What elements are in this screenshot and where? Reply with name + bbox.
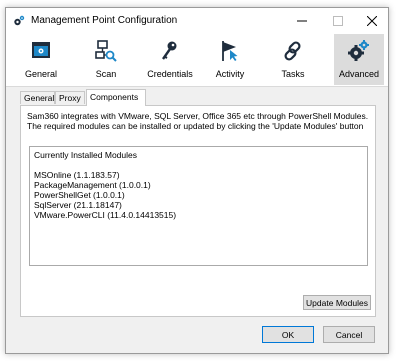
network-scan-icon [95,40,117,62]
tab-proxy[interactable]: Proxy [55,91,85,104]
modules-list-header: Currently Installed Modules [34,150,137,160]
cancel-button[interactable]: Cancel [323,326,375,343]
toolbar-item-tasks[interactable]: Tasks [275,34,311,85]
installed-modules-box[interactable]: Currently Installed Modules MSOnline (1.… [29,146,368,266]
window-title: Management Point Configuration [31,15,178,26]
dialog-window: Management Point Configuration General S… [5,7,389,354]
toolbar: General Scan Credentials Activity Tasks … [6,34,388,87]
toolbar-item-label: Tasks [281,69,305,79]
close-icon [367,16,377,26]
maximize-icon [333,16,343,26]
module-item: MSOnline (1.1.183.57) [34,170,120,180]
module-item: VMware.PowerCLI (11.4.0.14413515) [34,210,177,220]
module-item: PowerShellGet (1.0.0.1) [34,190,125,200]
toolbar-item-activity[interactable]: Activity [212,34,248,85]
tab-general[interactable]: General [20,91,55,104]
minimize-icon [297,20,307,22]
toolbar-item-label: Activity [215,69,245,79]
ok-button[interactable]: OK [262,326,314,343]
flag-cursor-icon [222,41,238,61]
toolbar-item-label: General [24,69,58,79]
toolbar-item-label: Scan [95,69,117,79]
minimize-button[interactable] [286,8,318,34]
module-item: SqlServer (21.1.18147) [34,200,122,210]
general-window-icon [32,42,50,58]
toolbar-item-label: Advanced [338,69,380,79]
link-icon [284,41,301,61]
gears-icon [14,15,25,26]
toolbar-item-scan[interactable]: Scan [88,34,124,85]
update-modules-button[interactable]: Update Modules [303,295,371,310]
gears-icon [348,40,369,61]
toolbar-item-credentials[interactable]: Credentials [144,34,196,85]
module-item: PackageManagement (1.0.0.1) [34,180,151,190]
toolbar-item-general[interactable]: General [20,34,62,85]
close-button[interactable] [356,8,388,34]
components-description: Sam360 integrates with VMware, SQL Serve… [27,111,369,131]
title-bar[interactable]: Management Point Configuration [6,8,388,34]
maximize-button[interactable] [322,8,354,34]
tab-components[interactable]: Components [86,89,146,106]
toolbar-item-advanced[interactable]: Advanced [334,34,384,85]
key-icon [162,41,177,60]
components-panel: Sam360 integrates with VMware, SQL Serve… [20,105,376,317]
toolbar-item-label: Credentials [147,69,193,79]
